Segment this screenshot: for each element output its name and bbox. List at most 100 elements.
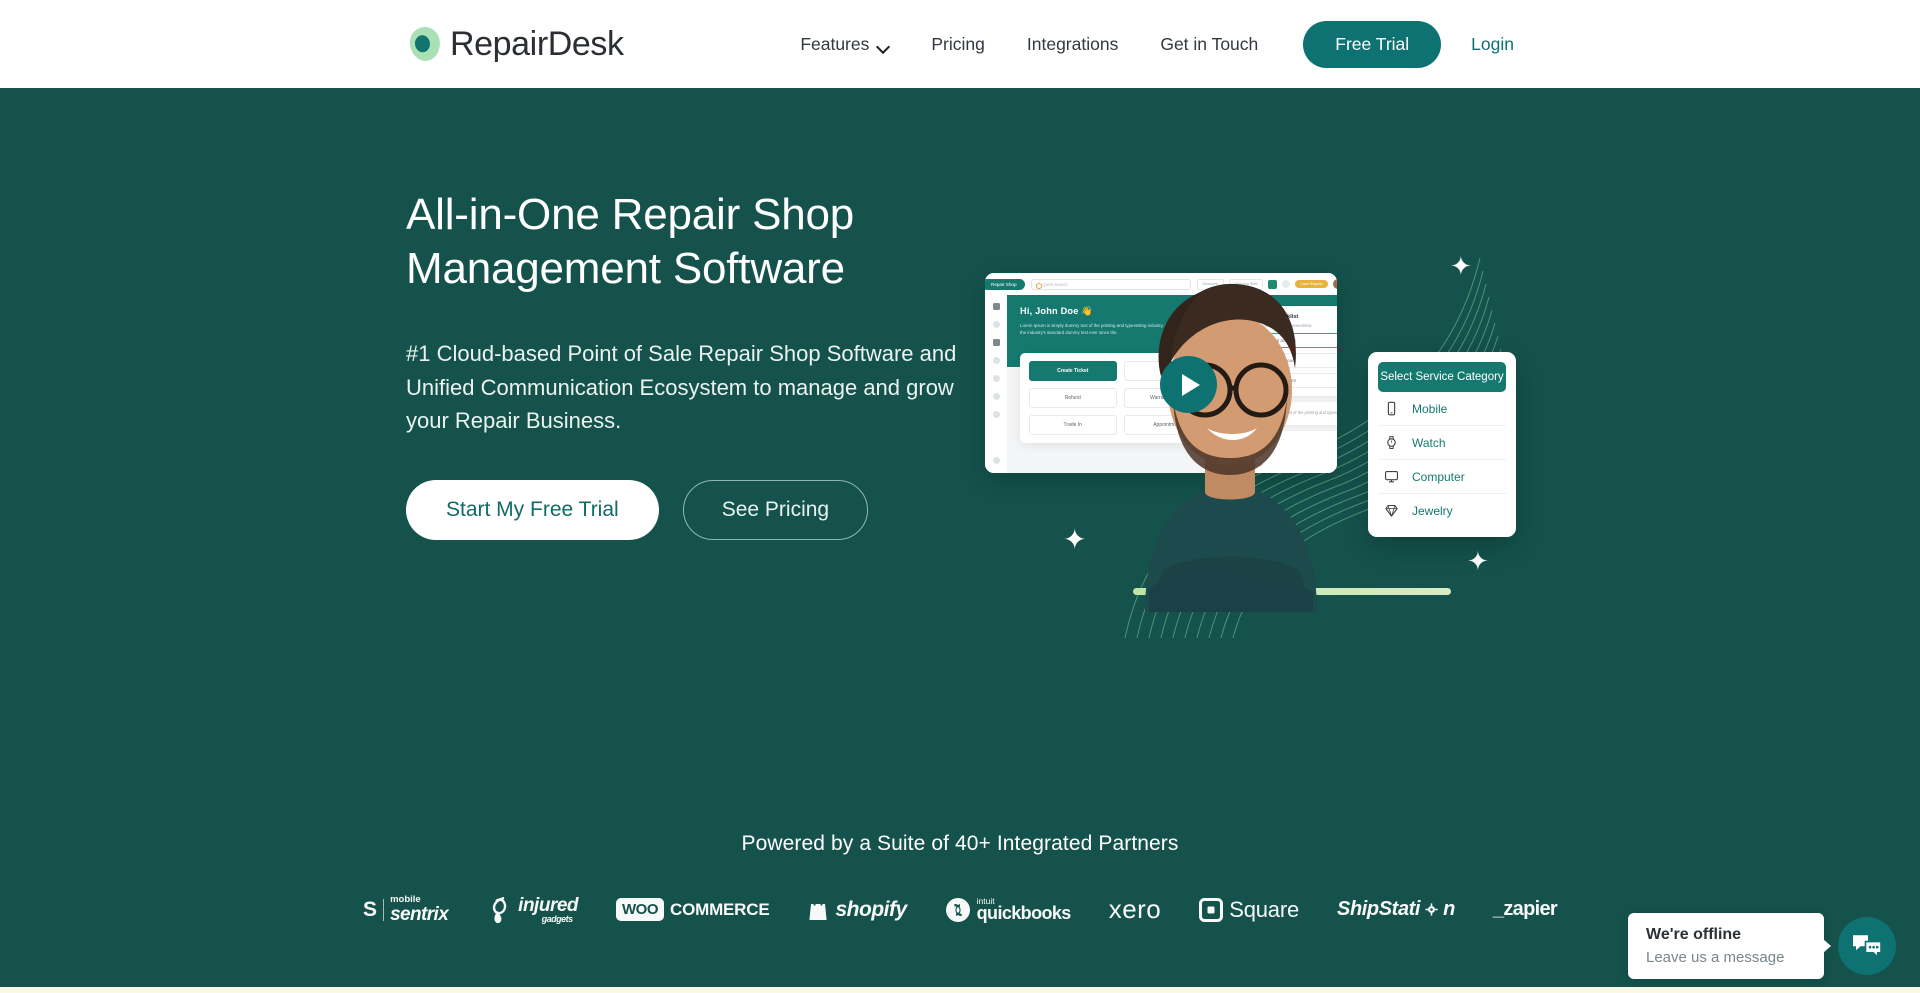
appointments-panel: Appointments John Doe Apple Feb 12, 2023… xyxy=(1229,430,1337,473)
free-trial-button[interactable]: Free Trial xyxy=(1303,20,1442,68)
checklist-item[interactable]: Create a trial account xyxy=(1238,353,1337,368)
chat-status-bubble[interactable]: We're offline Leave us a message xyxy=(1628,913,1831,979)
dashboard-cart-icon[interactable] xyxy=(1268,279,1278,289)
see-pricing-button[interactable]: See Pricing xyxy=(682,479,869,540)
dashboard-note-panel: I love features dummy text of the printi… xyxy=(1229,402,1337,425)
checklist-item[interactable]: Create a trial account xyxy=(1238,333,1337,348)
chat-bubbles-icon xyxy=(1853,935,1882,959)
service-category-item-mobile[interactable]: Mobile xyxy=(1378,392,1506,426)
quick-action-refund[interactable]: Refund xyxy=(1029,388,1117,408)
appointments-title: Appointments xyxy=(1238,438,1276,445)
sidebar-icon-help[interactable] xyxy=(992,457,1000,464)
chat-status-title: We're offline xyxy=(1646,926,1742,943)
woocommerce-wordmark: COMMERCE xyxy=(670,899,770,919)
management-control-section: Repair Shop Management Control One featu… xyxy=(0,987,1920,993)
service-category-item-computer[interactable]: Computer xyxy=(1378,460,1506,494)
partner-logo-square[interactable]: Square xyxy=(1199,897,1299,923)
dashboard-greeting-lorem: Lorem Ipsum is simply dummy text of the … xyxy=(1020,323,1211,336)
quick-action-row: Trade In Appointment xyxy=(1029,415,1211,435)
partner-logo-xero[interactable]: xero xyxy=(1109,894,1162,925)
appointment-row[interactable]: John Doe Apple Feb 12, 2023 Connected xyxy=(1238,451,1337,467)
onboarding-checklist-title: On Boarding Checklist xyxy=(1238,314,1299,320)
dashboard-sidebar xyxy=(985,295,1007,473)
xero-wordmark: xero xyxy=(1108,894,1162,924)
nav-item-get-in-touch[interactable]: Get in Touch xyxy=(1139,34,1279,55)
partners-title: Powered by a Suite of 40+ Integrated Par… xyxy=(741,832,1179,855)
nav-item-features[interactable]: Features xyxy=(779,34,910,55)
wave-emoji-icon: 👋 xyxy=(1081,306,1093,316)
chevron-down-icon xyxy=(878,42,889,49)
checkbox-icon[interactable] xyxy=(1244,378,1249,383)
dashboard-avatar[interactable] xyxy=(1333,279,1337,289)
quickbooks-mark-icon xyxy=(945,897,970,922)
checkbox-icon-checked[interactable] xyxy=(1244,338,1249,343)
sidebar-icon-inventory[interactable] xyxy=(992,339,1000,346)
square-mark-icon xyxy=(1199,897,1224,922)
hero-copy: All-in-One Repair Shop Management Softwa… xyxy=(406,188,986,540)
shopify-wordmark: shopify xyxy=(835,897,907,921)
sidebar-icon-clock[interactable] xyxy=(992,321,1000,328)
dashboard-topbar-right: Sessions Morning Shift Cash Register xyxy=(1196,278,1337,290)
partner-logo-quickbooks[interactable]: intuit quickbooks xyxy=(945,896,1071,924)
dashboard-chip-sessions[interactable]: Sessions xyxy=(1196,278,1224,290)
nav-item-pricing[interactable]: Pricing xyxy=(910,34,1006,55)
chat-launcher-button[interactable] xyxy=(1838,917,1896,975)
shipstation-wordmark-part2: n xyxy=(1443,898,1455,920)
partner-label-line2: gadgets xyxy=(541,914,574,924)
sidebar-icon-dashboard[interactable] xyxy=(992,303,1000,310)
play-video-button[interactable] xyxy=(1160,356,1217,413)
hero-title-line-1: All-in-One Repair Shop xyxy=(406,190,855,239)
partner-logo-zapier[interactable]: _zapier xyxy=(1493,898,1558,921)
checklist-item-label: Create a trial account xyxy=(1254,338,1296,343)
checklist-item[interactable]: Create a trial account xyxy=(1238,373,1337,388)
quick-action-create-ticket[interactable]: Create Ticket xyxy=(1029,361,1117,381)
dashboard-chip-shift[interactable]: Morning Shift xyxy=(1228,278,1264,290)
mobile-phone-icon xyxy=(1387,401,1396,416)
sidebar-icon-reports[interactable] xyxy=(992,375,1000,382)
sidebar-icon-settings[interactable] xyxy=(992,411,1000,418)
dashboard-bell-icon[interactable] xyxy=(1282,280,1291,288)
quick-action-appointment[interactable]: Appointment xyxy=(1123,415,1211,435)
partner-logo-shopify[interactable]: shopify xyxy=(807,897,907,923)
service-category-label: Mobile xyxy=(1412,401,1448,416)
repairdesk-leaf-icon xyxy=(408,25,442,63)
checklist-item-label: Create a trial account xyxy=(1254,378,1296,383)
site-header: RepairDesk Features Pricing Integrations… xyxy=(0,0,1920,88)
hero-cta-group: Start My Free Trial See Pricing xyxy=(406,479,986,540)
sidebar-icon-tickets[interactable] xyxy=(992,393,1000,400)
partner-logo-woocommerce[interactable]: WOO COMMERCE xyxy=(616,898,770,921)
hero-title-line-2: Management Software xyxy=(406,243,845,293)
brand-logo[interactable]: RepairDesk xyxy=(408,25,624,64)
chat-status-prompt: Leave us a message xyxy=(1646,949,1785,966)
dashboard-mockup: Repair Shop Quick Search Sessions Mornin… xyxy=(985,273,1337,473)
hero-section: All-in-One Repair Shop Management Softwa… xyxy=(0,88,1920,810)
divider xyxy=(383,898,385,921)
dashboard-search-input[interactable]: Quick Search xyxy=(1030,278,1191,290)
partner-logo-injured-gadgets[interactable]: injured gadgets xyxy=(486,895,579,925)
start-free-trial-button[interactable]: Start My Free Trial xyxy=(406,479,659,540)
dashboard-right-column: On Boarding Checklist Lorem ipsum dolor … xyxy=(1229,306,1337,473)
sparkle-icon-top-right: ✦ xyxy=(1450,251,1472,281)
appointment-name: John Doe xyxy=(1238,450,1261,457)
partner-logo-shipstation[interactable]: ShipStati n xyxy=(1337,898,1455,921)
checkbox-icon[interactable] xyxy=(1244,358,1249,363)
woo-mark-icon: WOO xyxy=(616,898,665,921)
quickbooks-wordmark: intuit quickbooks xyxy=(977,896,1072,924)
quick-action-trade-in[interactable]: Trade In xyxy=(1029,415,1117,435)
dashboard-register-pill[interactable]: Cash Register xyxy=(1295,279,1329,289)
dashboard-topbar: Repair Shop Quick Search Sessions Mornin… xyxy=(985,273,1337,295)
dashboard-greeting-text: Hi, John Doe xyxy=(1020,306,1079,316)
square-wordmark: Square xyxy=(1229,896,1300,922)
dashboard-shop-tag: Repair Shop xyxy=(985,278,1025,290)
injured-gadgets-wordmark: injured gadgets xyxy=(518,895,578,924)
service-category-item-watch[interactable]: Watch xyxy=(1378,426,1506,460)
partner-logo-mobile-sentrix[interactable]: S mobile sentrix xyxy=(363,894,449,925)
gear-icon xyxy=(1425,903,1438,916)
login-link[interactable]: Login xyxy=(1441,34,1514,55)
sidebar-icon-customers[interactable] xyxy=(992,357,1000,364)
sparkle-icon-bottom-right: ✦ xyxy=(1467,546,1489,576)
service-category-item-jewelry[interactable]: Jewelry xyxy=(1378,494,1506,527)
nav-item-integrations[interactable]: Integrations xyxy=(1006,34,1139,55)
service-category-label: Computer xyxy=(1412,469,1465,484)
partner-label-line2: sentrix xyxy=(390,903,449,925)
